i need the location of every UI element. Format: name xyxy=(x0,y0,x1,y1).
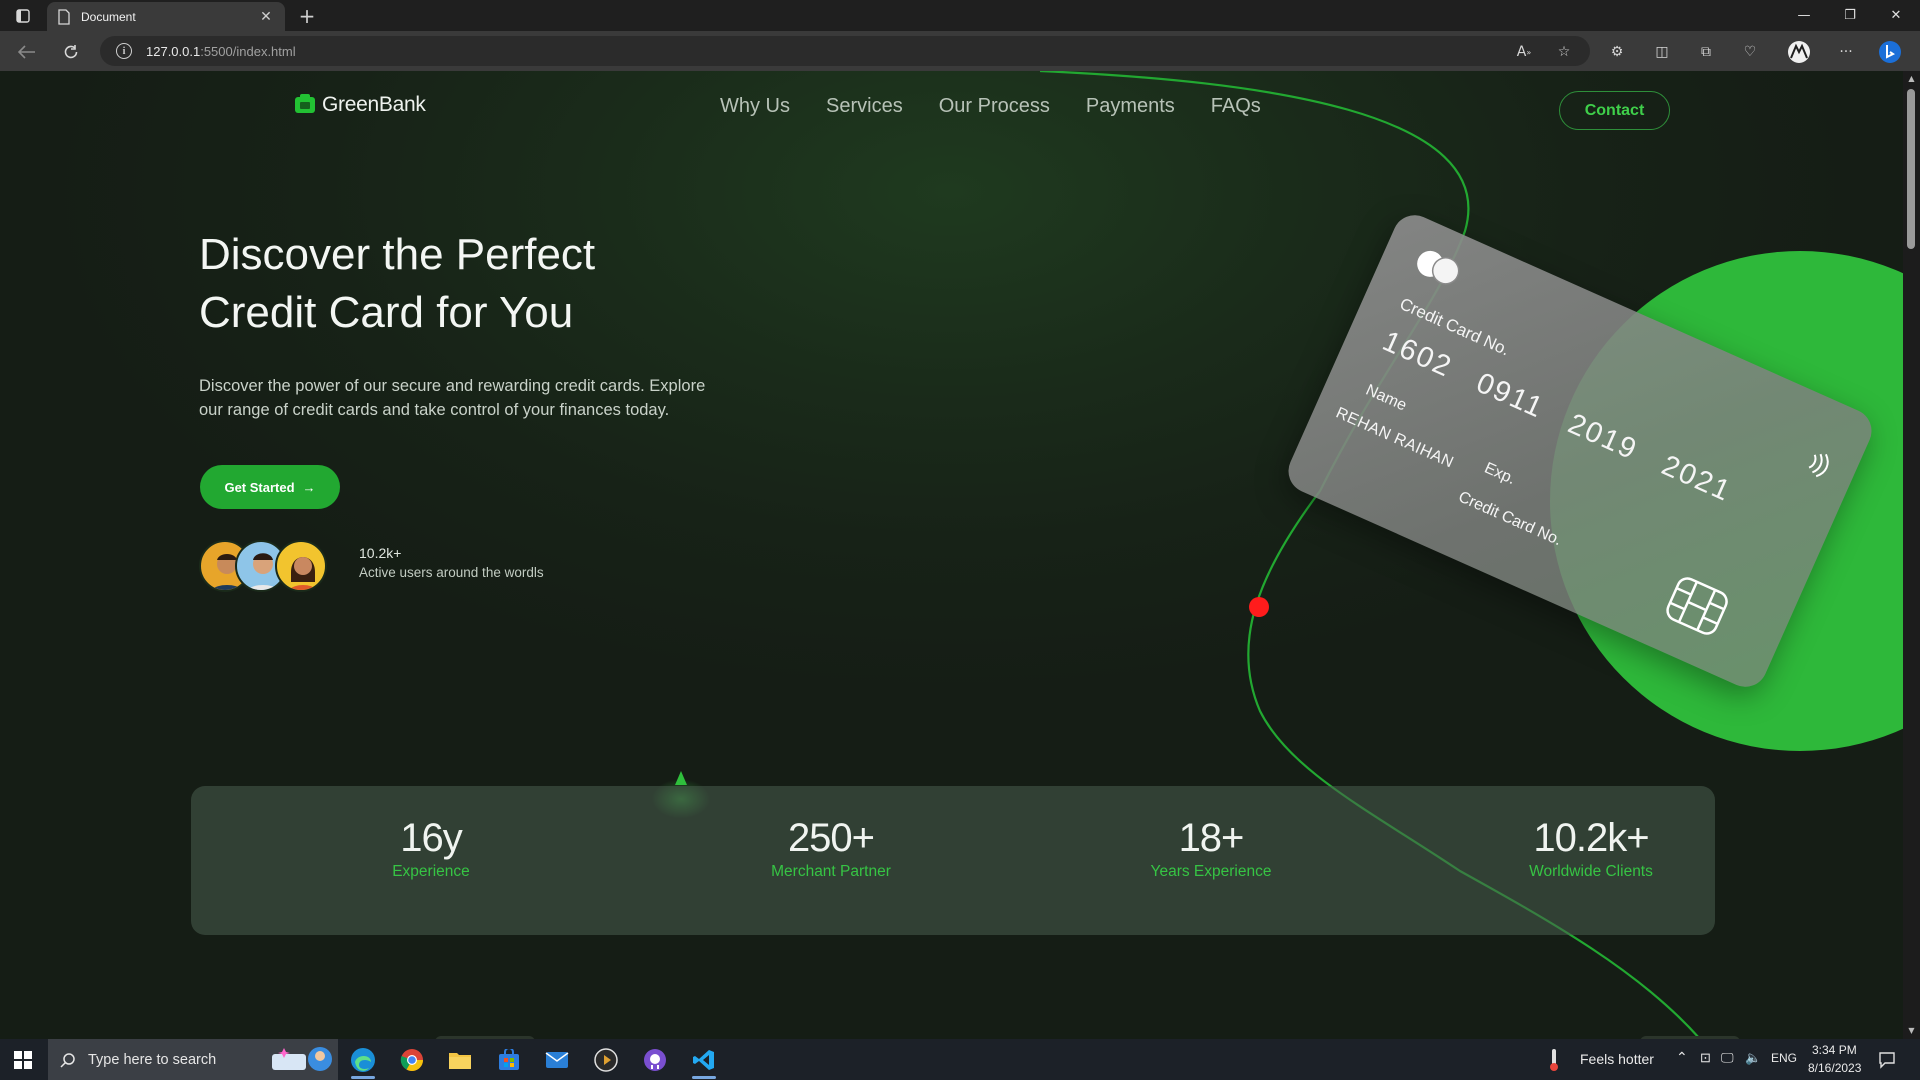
collections-icon[interactable]: ⧉ xyxy=(1693,39,1719,65)
taskbar-media-player-icon[interactable] xyxy=(582,1039,630,1080)
stat-item: 18+ Years Experience xyxy=(1101,816,1321,881)
contact-button[interactable]: Contact xyxy=(1559,91,1670,130)
hero-description: Discover the power of our secure and rew… xyxy=(199,377,706,419)
stat-value: 250+ xyxy=(787,816,875,860)
bing-copilot-icon[interactable] xyxy=(1877,39,1903,65)
stat-value: 18+ xyxy=(1178,816,1245,860)
brand-name: GreenBank xyxy=(322,93,426,116)
card-chip-icon xyxy=(1666,577,1728,635)
main-nav: Why Us Services Our Process Payments FAQ… xyxy=(720,95,1297,118)
back-icon[interactable] xyxy=(14,39,40,65)
card-number: 1602 0911 2019 2021 xyxy=(1377,325,1737,509)
brand-logo[interactable]: GreenBank xyxy=(294,93,426,117)
read-aloud-icon[interactable]: A» xyxy=(1511,39,1537,65)
card-holder-name: REHAN RAIHAN xyxy=(1333,404,1457,472)
windows-taskbar: Type here to search Feels hotter ⌃ ⊡ 🖵 🔈… xyxy=(0,1039,1920,1080)
taskbar-search-input[interactable]: Type here to search xyxy=(48,1039,338,1080)
profile-avatar-icon[interactable] xyxy=(1786,39,1812,65)
stat-label: Experience xyxy=(392,863,470,880)
browser-tab[interactable]: Document ✕ xyxy=(47,2,285,32)
stat-label: Years Experience xyxy=(1150,863,1272,880)
close-window-icon[interactable]: ✕ xyxy=(1873,0,1919,31)
nav-why-us[interactable]: Why Us xyxy=(720,95,790,118)
card-name-label: Name xyxy=(1363,381,1410,415)
contactless-icon xyxy=(1808,453,1829,478)
active-users-label: Active users around the wordls xyxy=(359,565,544,580)
stat-value: 10.2k+ xyxy=(1533,816,1649,860)
refresh-icon[interactable] xyxy=(58,39,84,65)
card-exp-label: Exp. xyxy=(1481,459,1518,489)
document-icon xyxy=(58,9,70,25)
clock-date[interactable]: 8/16/2023 xyxy=(1808,1061,1861,1075)
info-icon[interactable]: i xyxy=(116,43,132,59)
stat-item: 10.2k+ Worldwide Clients xyxy=(1471,816,1711,881)
taskbar-edge-icon[interactable] xyxy=(339,1039,387,1080)
stat-item: 250+ Merchant Partner xyxy=(711,816,951,881)
windows-start-icon[interactable] xyxy=(0,1039,46,1080)
extensions-icon[interactable]: ⚙ xyxy=(1604,39,1630,65)
partner-logos xyxy=(160,1026,1760,1039)
browser-tab-bar: Document ✕ + — ❐ ✕ xyxy=(0,0,1920,32)
scroll-down-icon[interactable]: ▼ xyxy=(1907,1026,1916,1035)
split-screen-icon[interactable]: ◫ xyxy=(1649,39,1675,65)
hero-title: Discover the Perfect Credit Card for You xyxy=(199,230,596,337)
weather-text[interactable]: Feels hotter xyxy=(1580,1051,1654,1067)
tab-title: Document xyxy=(81,10,136,24)
address-toolbar: i 127.0.0.1:5500/index.html A» ☆ ⚙ ◫ ⧉ ♡… xyxy=(0,31,1920,71)
stat-label: Worldwide Clients xyxy=(1529,863,1653,880)
minimize-icon[interactable]: — xyxy=(1781,0,1827,31)
stat-item: 16y Experience xyxy=(331,816,531,881)
clock-time[interactable]: 3:34 PM xyxy=(1812,1043,1857,1057)
stat-label: Merchant Partner xyxy=(771,863,891,880)
user-avatars xyxy=(199,540,329,592)
greenbank-logo-icon xyxy=(295,94,315,113)
network-icon[interactable]: 🖵 xyxy=(1721,1050,1734,1066)
page-scrollbar[interactable]: ▲ ▼ xyxy=(1903,71,1920,1039)
volume-icon[interactable]: 🔈 xyxy=(1745,1050,1761,1066)
notification-center-icon[interactable] xyxy=(1878,1051,1896,1069)
active-users-count: 10.2k+ xyxy=(359,545,402,561)
get-started-button[interactable]: Get Started → xyxy=(200,465,340,509)
page-viewport: GreenBank Why Us Services Our Process Pa… xyxy=(0,71,1903,1039)
card-brand-icon xyxy=(1417,250,1460,285)
taskbar-store-icon[interactable] xyxy=(485,1039,533,1080)
camera-icon[interactable]: ⊡ xyxy=(1700,1050,1711,1066)
red-indicator-dot xyxy=(1249,597,1269,617)
scroll-up-icon[interactable]: ▲ xyxy=(1907,74,1916,83)
taskbar-file-explorer-icon[interactable] xyxy=(436,1039,484,1080)
triangle-marker-icon xyxy=(675,771,687,785)
performance-icon[interactable]: ♡ xyxy=(1737,39,1763,65)
tab-actions-icon[interactable] xyxy=(12,6,34,26)
avatar xyxy=(275,540,327,592)
new-tab-button[interactable]: + xyxy=(295,4,319,28)
restore-icon[interactable]: ❐ xyxy=(1827,0,1873,31)
stat-value: 16y xyxy=(400,816,463,860)
thermometer-icon xyxy=(1550,1049,1558,1071)
favorite-star-icon[interactable]: ☆ xyxy=(1551,39,1577,65)
nav-payments[interactable]: Payments xyxy=(1086,95,1175,118)
stats-panel: 16y Experience 250+ Merchant Partner 18+… xyxy=(191,786,1715,935)
language-indicator[interactable]: ENG xyxy=(1771,1051,1797,1065)
arrow-right-icon: → xyxy=(302,479,316,495)
search-highlight-icon xyxy=(272,1047,332,1071)
search-placeholder: Type here to search xyxy=(88,1051,217,1068)
show-hidden-icons-chevron-icon[interactable]: ⌃ xyxy=(1676,1049,1688,1066)
taskbar-github-icon[interactable] xyxy=(631,1039,679,1080)
nav-faqs[interactable]: FAQs xyxy=(1211,95,1261,118)
card-number-label-secondary: Credit Card No. xyxy=(1455,488,1565,550)
nav-our-process[interactable]: Our Process xyxy=(939,95,1050,118)
close-tab-icon[interactable]: ✕ xyxy=(257,9,275,25)
more-options-icon[interactable]: ··· xyxy=(1833,39,1859,65)
url-text: 127.0.0.1:5500/index.html xyxy=(146,43,296,59)
url-bar[interactable]: i 127.0.0.1:5500/index.html xyxy=(100,36,1590,66)
nav-services[interactable]: Services xyxy=(826,95,903,118)
scrollbar-thumb[interactable] xyxy=(1907,89,1915,249)
taskbar-vscode-icon[interactable] xyxy=(680,1039,728,1080)
search-icon xyxy=(60,1052,75,1068)
taskbar-mail-icon[interactable] xyxy=(533,1039,581,1080)
taskbar-chrome-icon[interactable] xyxy=(388,1039,436,1080)
